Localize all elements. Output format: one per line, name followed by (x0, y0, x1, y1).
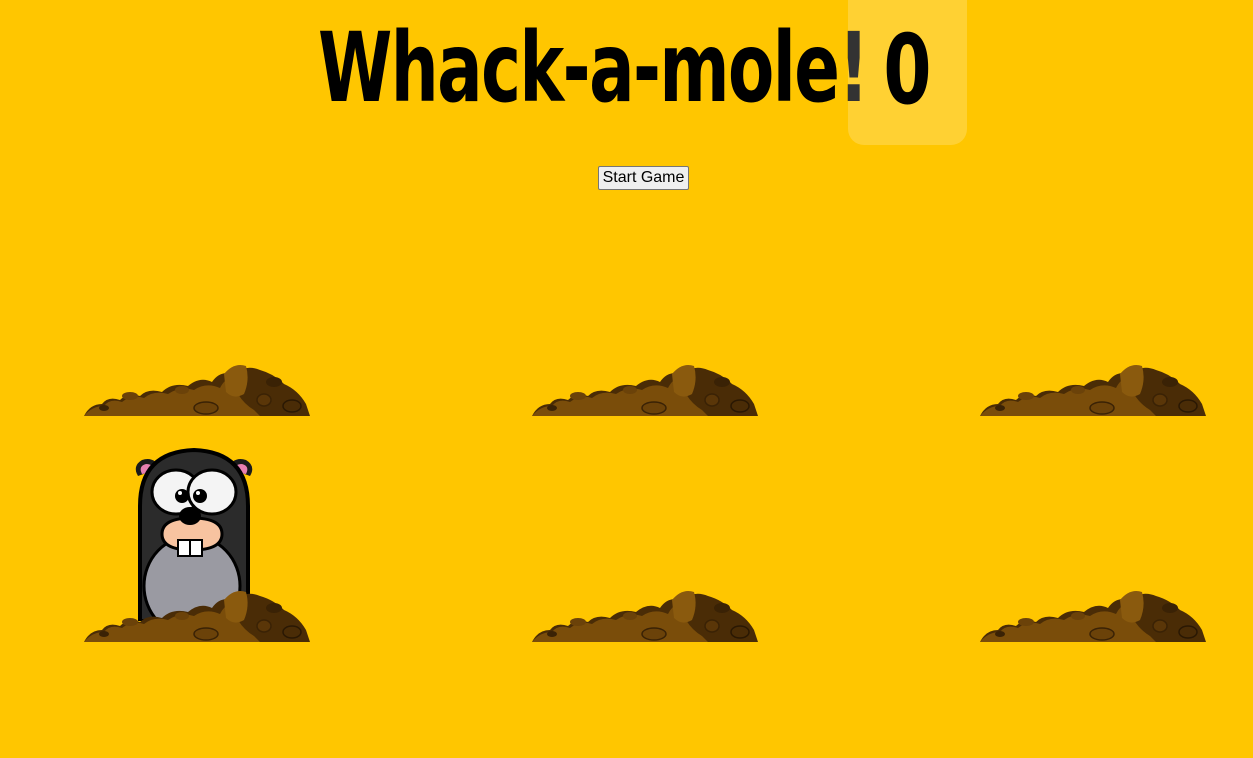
start-game-button[interactable]: Start Game (598, 166, 689, 190)
dirt-pile (84, 364, 310, 416)
score-value: 0 (883, 14, 932, 126)
hole-5[interactable] (532, 416, 758, 642)
hole-4[interactable] (84, 416, 310, 642)
dirt-pile (84, 590, 310, 642)
hole-1[interactable] (84, 190, 310, 416)
dirt-pile (980, 364, 1206, 416)
dirt-pile (532, 590, 758, 642)
score-display: 0 (848, 0, 967, 145)
hole-3[interactable] (980, 190, 1206, 416)
game-header: Whack-a-mole! 0 (0, 0, 1253, 150)
game-title: Whack-a-mole! (318, 12, 869, 124)
dirt-pile (980, 590, 1206, 642)
dirt-pile (532, 364, 758, 416)
hole-2[interactable] (532, 190, 758, 416)
hole-6[interactable] (980, 416, 1206, 642)
